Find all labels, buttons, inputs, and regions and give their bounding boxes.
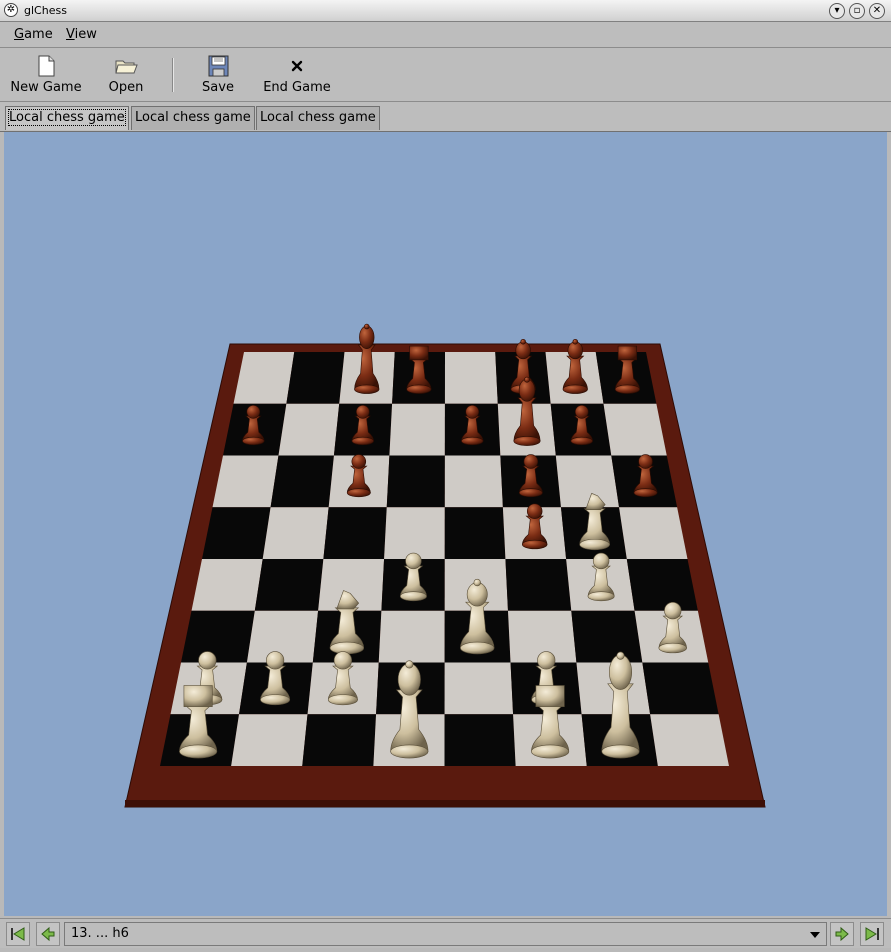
close-x-icon [285,54,309,78]
board-square[interactable] [202,507,271,559]
board-square[interactable] [444,714,516,766]
current-move-label: 13. ... h6 [71,926,129,941]
end-game-label: End Game [263,80,331,95]
game-tabs: Local chess game Local chess game Local … [0,102,891,132]
chess-board-view[interactable] [4,132,887,916]
close-icon[interactable]: ✕ [869,3,885,19]
menu-bar: Game View [0,22,891,48]
floppy-save-icon [206,54,230,78]
board-square[interactable] [444,352,498,404]
board-square[interactable] [444,507,506,559]
save-label: Save [202,80,234,95]
new-game-label: New Game [10,80,82,95]
new-game-button[interactable]: New Game [10,54,82,95]
board-square[interactable] [626,559,698,611]
menu-view-mnemonic: V [66,27,75,42]
board-square[interactable] [650,714,729,766]
last-move-icon [865,927,879,941]
board-square[interactable] [444,455,503,508]
board-square[interactable] [302,714,377,766]
first-move-button[interactable] [6,922,30,946]
end-game-button[interactable]: End Game [262,54,332,95]
open-label: Open [108,80,144,95]
board-square[interactable] [378,610,445,663]
new-document-icon [34,54,58,78]
menu-game[interactable]: Game [14,27,53,42]
folder-open-icon [114,54,138,78]
move-navigation-bar: 13. ... h6 [0,918,891,948]
toolbar: New Game Open Save End Game [0,48,891,102]
tab-label: Local chess game [135,110,251,125]
toolbar-separator [172,58,174,92]
app-icon[interactable]: ✲ [4,3,18,17]
board-square[interactable] [270,455,334,508]
menu-view-label: iew [74,27,97,42]
chevron-down-icon[interactable] [810,932,820,938]
board-square[interactable] [386,455,445,508]
board-square[interactable] [181,610,255,663]
board-square[interactable] [191,559,263,611]
open-button[interactable]: Open [104,54,148,95]
board-square[interactable] [246,610,319,663]
move-selector[interactable]: 13. ... h6 [64,922,827,946]
window-title: glChess [24,4,67,17]
minimize-icon[interactable]: ▾ [829,3,845,19]
menu-game-label: ame [24,27,53,42]
board-square[interactable] [505,559,572,611]
board-square[interactable] [231,714,308,766]
board-square[interactable] [262,507,329,559]
save-button[interactable]: Save [198,54,238,95]
board-square[interactable] [323,507,387,559]
board-square[interactable] [555,455,620,508]
board-squares [160,352,729,766]
maximize-icon[interactable]: ▫ [849,3,865,19]
board-frame-front-edge [125,800,765,807]
board-square[interactable] [642,662,719,715]
previous-move-icon [41,926,55,942]
tab-local-chess-game-3[interactable]: Local chess game [256,106,380,130]
menu-view[interactable]: View [66,27,97,42]
tab-local-chess-game-2[interactable]: Local chess game [131,106,255,130]
board-square[interactable] [619,507,688,559]
board-square[interactable] [384,507,445,559]
first-move-icon [11,927,25,941]
board-square[interactable] [212,455,279,508]
board-square[interactable] [389,403,445,456]
board-square[interactable] [603,403,667,456]
board-square[interactable] [233,352,295,404]
last-move-button[interactable] [860,922,884,946]
previous-move-button[interactable] [36,922,60,946]
tab-local-chess-game-1[interactable]: Local chess game [5,106,129,130]
board-square[interactable] [254,559,324,611]
tab-label: Local chess game [260,110,376,125]
next-move-button[interactable] [830,922,854,946]
tab-label: Local chess game [8,109,126,126]
board-square[interactable] [571,610,643,663]
menu-game-mnemonic: G [14,27,25,42]
title-bar: ✲ glChess ▾ ▫ ✕ [0,0,891,22]
chess-board[interactable] [4,132,887,916]
next-move-icon [835,926,849,942]
board-square[interactable] [286,352,345,404]
board-square[interactable] [278,403,340,456]
board-square[interactable] [444,662,514,715]
